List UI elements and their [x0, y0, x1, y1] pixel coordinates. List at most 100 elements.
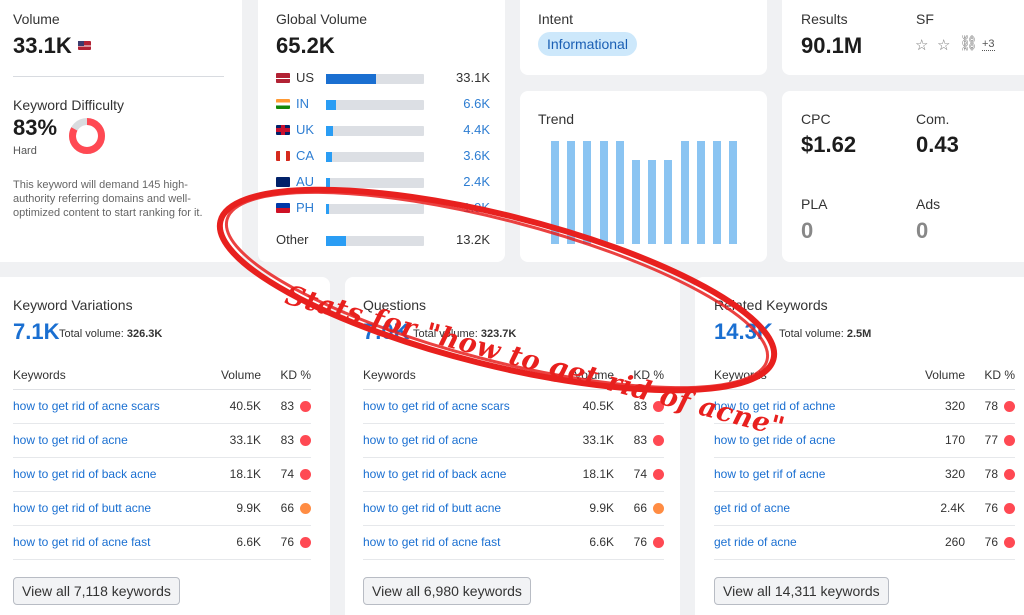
country-bar [326, 178, 424, 188]
country-bar [326, 204, 424, 214]
kd-dot-icon [1004, 537, 1015, 549]
ads-label: Ads [916, 196, 941, 212]
trend-bar [567, 141, 576, 244]
panel-count[interactable]: 7.1K [13, 319, 59, 345]
kd-dot-icon [653, 435, 664, 447]
kd-dot-icon [300, 503, 311, 515]
keyword-link[interactable]: how to get rid of acne scars [13, 389, 208, 424]
country-row-other: Other 13.2K [276, 232, 490, 247]
panel-count[interactable]: 14.3K [714, 319, 773, 345]
kd-dot-icon [300, 401, 311, 413]
country-bar [326, 152, 424, 162]
table-row: how to get rif of acne 320 78 [714, 457, 1015, 492]
kd-donut-icon [69, 118, 105, 154]
keyword-link[interactable]: how to get rid of back acne [363, 457, 561, 492]
trend-bar [680, 141, 689, 244]
uk-flag-icon [276, 125, 290, 135]
col-kd: KD % [965, 361, 1015, 390]
results-value: 90.1M [801, 33, 863, 58]
us-flag-icon [77, 40, 91, 50]
country-row-us[interactable]: US 33.1K [276, 68, 490, 88]
star-icon[interactable]: ☆ [937, 36, 950, 54]
kd-dot-icon [653, 503, 664, 515]
table-row: how to get rid of acne fast 6.6K 76 [363, 525, 664, 560]
star-outline-icon[interactable]: ☆ [915, 36, 928, 54]
country-bar-fill [326, 74, 376, 84]
keyword-variations-panel: Keyword Variations 7.1K Total volume: 32… [0, 277, 330, 615]
pla-value: 0 [801, 218, 814, 243]
cpc-value: $1.62 [801, 132, 857, 157]
trend-bar [713, 141, 721, 244]
intent-badge[interactable]: Informational [538, 32, 637, 56]
country-bar [326, 74, 424, 84]
kd-dot-icon [1004, 503, 1015, 515]
country-bar [326, 236, 424, 246]
kd-dot-icon [1004, 469, 1015, 481]
country-row-in[interactable]: IN 6.6K [276, 94, 490, 114]
link-icon[interactable]: ⛓ [959, 34, 978, 52]
keyword-link[interactable]: how to get rif of acne [714, 457, 903, 492]
trend-bar [583, 141, 592, 244]
kd-description: This keyword will demand 145 high-author… [13, 179, 203, 219]
kd-dot-icon [1004, 435, 1015, 447]
keyword-table: Keywords Volume KD % how to get rid of acn… [13, 361, 311, 560]
country-row-uk[interactable]: UK 4.4K [276, 120, 490, 140]
kd-dot-icon [653, 469, 664, 481]
keyword-link[interactable]: how to get rid of acne fast [13, 525, 208, 560]
keyword-link[interactable]: get ride of acne [714, 525, 903, 560]
col-volume: Volume [207, 361, 261, 390]
keyword-table: Keywords Volume KD % how to get rid of ach… [714, 361, 1015, 560]
kd-dot-icon [653, 537, 664, 549]
country-bar-fill [326, 152, 332, 162]
results-card: Results 90.1M SF ☆ ☆ ⛓ +3 [782, 0, 1024, 75]
country-row-ph[interactable]: PH 1.9K [276, 198, 490, 218]
com-label: Com. [916, 111, 950, 127]
trend-bar [615, 141, 624, 244]
view-all-button[interactable]: View all 14,311 keywords [714, 577, 889, 605]
table-row: how to get rid of butt acne 9.9K 66 [13, 491, 311, 526]
table-row: how to get rid of acne scars 40.5K 83 [13, 389, 311, 424]
related-keywords-panel: Related Keywords 14.3K Total volume: 2.5… [695, 277, 1024, 615]
table-row: get rid of acne 2.4K 76 [714, 491, 1015, 526]
us-flag-icon [276, 73, 290, 83]
country-bar-fill [326, 204, 329, 214]
kd-dot-icon [300, 435, 311, 447]
col-keywords: Keywords [714, 361, 903, 390]
trend-bar [664, 159, 673, 244]
col-volume: Volume [902, 361, 965, 390]
intent-card: Intent Informational [520, 0, 767, 75]
kd-dot-icon [300, 537, 311, 549]
country-row-ca[interactable]: CA 3.6K [276, 146, 490, 166]
keyword-link[interactable]: how to get rid of butt acne [13, 491, 208, 526]
country-bar [326, 100, 424, 110]
view-all-button[interactable]: View all 7,118 keywords [13, 577, 180, 605]
view-all-button[interactable]: View all 6,980 keywords [363, 577, 531, 605]
panel-title: Keyword Variations [13, 297, 133, 313]
volume-value: 33.1K [13, 33, 91, 59]
country-bar-fill [326, 178, 330, 188]
trend-bar [599, 141, 608, 244]
keyword-link[interactable]: get rid of acne [714, 491, 903, 526]
country-row-au[interactable]: AU 2.4K [276, 172, 490, 192]
keyword-link[interactable]: how to get rid of acne [13, 423, 208, 458]
keyword-link[interactable]: how to get rid of acne scars [363, 389, 561, 424]
keyword-link[interactable]: how to get rid of acne [363, 423, 561, 458]
keyword-link[interactable]: how to get rid of back acne [13, 457, 208, 492]
table-row: how to get rid of acne 33.1K 83 [363, 423, 664, 458]
in-flag-icon [276, 99, 290, 109]
country-bar-fill [326, 126, 333, 136]
sf-more[interactable]: +3 [982, 38, 995, 51]
global-volume-label: Global Volume [276, 11, 368, 27]
keyword-link[interactable]: how to get rid of acne fast [363, 525, 561, 560]
table-row: how to get rid of acne fast 6.6K 76 [13, 525, 311, 560]
col-kd: KD % [261, 361, 311, 390]
divider [13, 76, 224, 77]
panel-total-volume: Total volume: 2.5M [779, 328, 872, 340]
cpc-card: CPC $1.62 Com. 0.43 PLA 0 Ads 0 [782, 91, 1024, 262]
global-volume-card: Global Volume 65.2K US 33.1K IN 6.6K UK … [258, 0, 505, 262]
intent-label: Intent [538, 11, 574, 27]
trend-bar [696, 141, 705, 244]
keyword-link[interactable]: how to get rid of butt acne [363, 491, 561, 526]
kd-value: 83% [13, 115, 58, 140]
trend-card: Trend [520, 91, 767, 262]
